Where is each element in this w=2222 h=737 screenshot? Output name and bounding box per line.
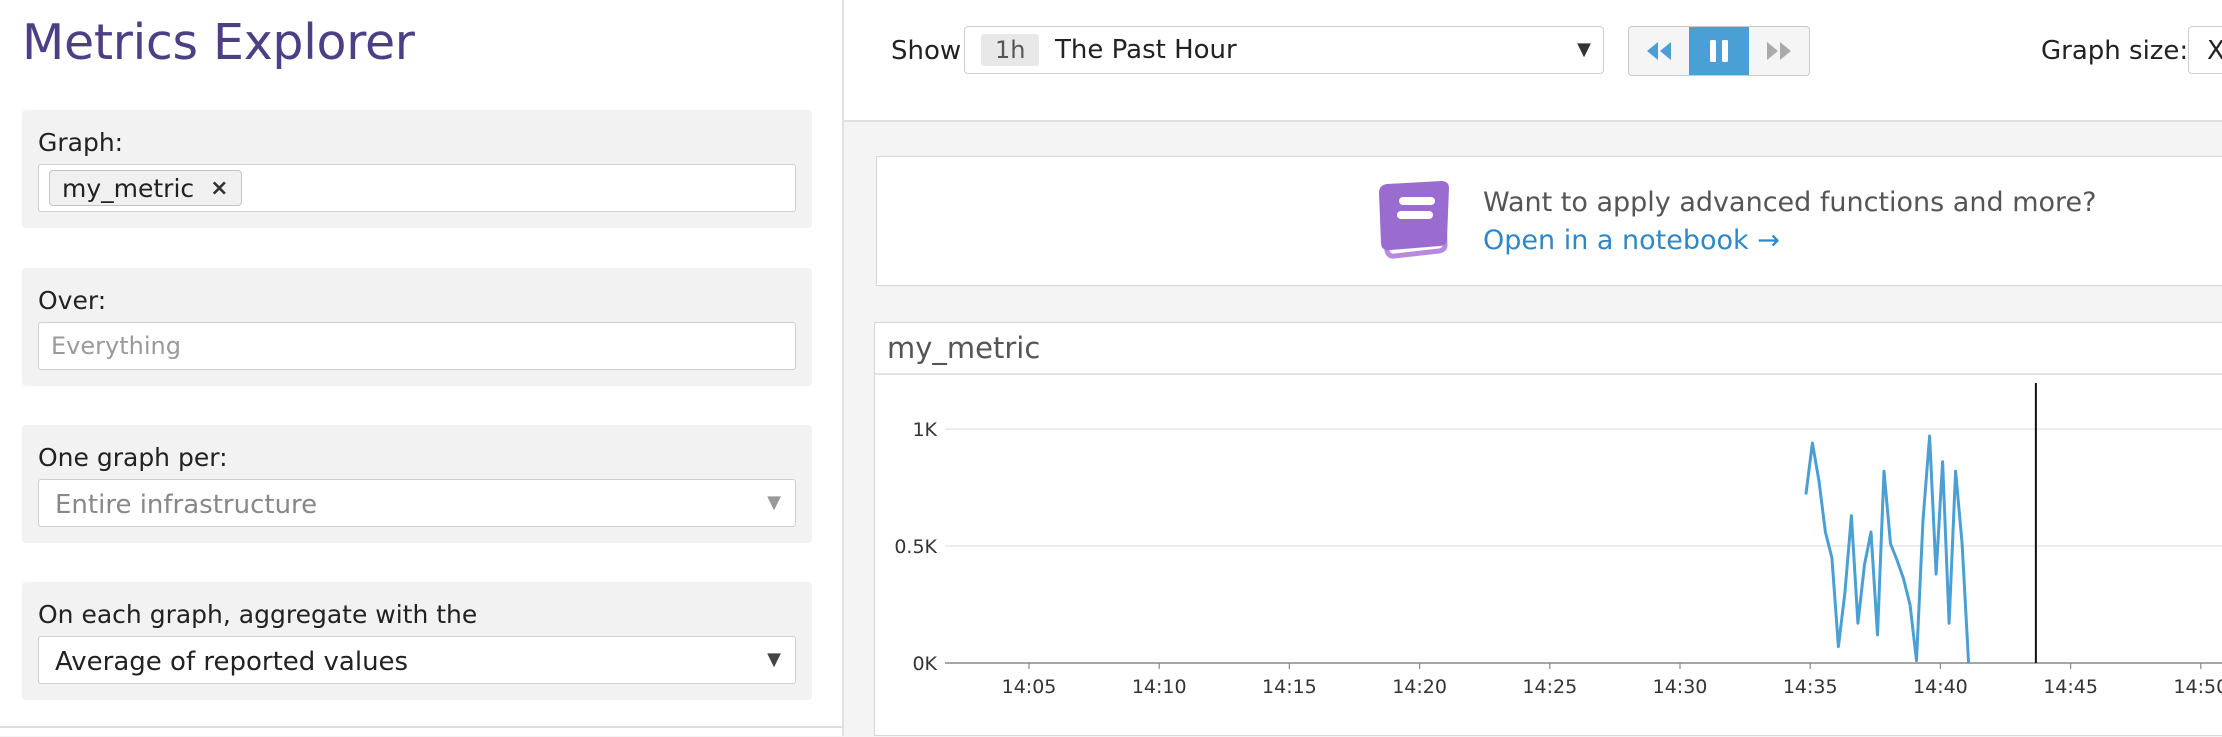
y-tick-label: 0.5K bbox=[894, 536, 937, 558]
aggregate-section: On each graph, aggregate with the Averag… bbox=[22, 582, 812, 700]
aggregate-select[interactable]: Average of reported values ▼ bbox=[38, 636, 796, 684]
metric-tag[interactable]: my_metric × bbox=[49, 170, 242, 206]
aggregate-value: Average of reported values bbox=[55, 647, 409, 677]
pause-button[interactable] bbox=[1689, 27, 1749, 75]
fast-forward-icon bbox=[1767, 42, 1791, 60]
graph-size-label: Graph size: bbox=[2041, 36, 2189, 66]
aggregate-label: On each graph, aggregate with the bbox=[38, 600, 478, 629]
graph-label: Graph: bbox=[38, 128, 124, 157]
divider bbox=[0, 726, 842, 728]
x-tick-label: 14:15 bbox=[1262, 676, 1317, 698]
over-placeholder: Everything bbox=[51, 332, 181, 360]
chevron-down-icon: ▼ bbox=[767, 649, 781, 670]
one-graph-per-select[interactable]: Entire infrastructure ▼ bbox=[38, 479, 796, 527]
over-label: Over: bbox=[38, 286, 107, 315]
banner-text: Want to apply advanced functions and mor… bbox=[1483, 187, 2097, 218]
one-graph-per-placeholder: Entire infrastructure bbox=[55, 490, 318, 520]
rewind-button[interactable] bbox=[1629, 27, 1689, 75]
notebook-banner: Want to apply advanced functions and mor… bbox=[876, 156, 2222, 286]
rewind-icon bbox=[1647, 42, 1671, 60]
metric-graph: my_metric 0K 0.5K 1K 14:05 14:10 14:15 14:20 14… bbox=[874, 322, 2222, 736]
line-chart[interactable]: 0K 0.5K 1K 14:05 14:10 14:15 14:20 14:25 14:30 14… bbox=[875, 323, 2222, 737]
metric-tag-label: my_metric bbox=[62, 173, 195, 203]
time-range-value: The Past Hour bbox=[1055, 35, 1237, 65]
x-tick-label: 14:05 bbox=[1002, 676, 1057, 698]
metric-input[interactable]: my_metric × bbox=[38, 164, 796, 212]
x-tick-label: 14:50 bbox=[2173, 676, 2222, 698]
one-graph-per-section: One graph per: Entire infrastructure ▼ bbox=[22, 425, 812, 543]
show-label: Show bbox=[891, 36, 962, 66]
graph-size-select[interactable]: X bbox=[2188, 26, 2222, 74]
x-tick-label: 14:20 bbox=[1392, 676, 1447, 698]
remove-tag-icon[interactable]: × bbox=[210, 176, 228, 201]
graph-section: Graph: my_metric × bbox=[22, 110, 812, 228]
x-tick-label: 14:45 bbox=[2043, 676, 2098, 698]
over-input[interactable]: Everything bbox=[38, 322, 796, 370]
series-line bbox=[1804, 434, 1971, 664]
notebook-icon bbox=[1379, 181, 1449, 259]
y-tick-label: 1K bbox=[912, 419, 937, 441]
x-tick-label: 14:30 bbox=[1653, 676, 1708, 698]
y-tick-label: 0K bbox=[912, 653, 937, 675]
time-range-select[interactable]: 1h The Past Hour ▼ bbox=[964, 26, 1604, 74]
x-tick-label: 14:25 bbox=[1522, 676, 1577, 698]
pause-icon bbox=[1710, 40, 1728, 62]
chevron-down-icon: ▼ bbox=[1577, 39, 1591, 60]
left-panel: Metrics Explorer Graph: my_metric × Over… bbox=[0, 0, 844, 736]
toolbar: Show 1h The Past Hour ▼ Graph size: X bbox=[844, 0, 2222, 122]
over-section: Over: Everything bbox=[22, 268, 812, 386]
playback-controls bbox=[1628, 26, 1810, 76]
time-range-badge: 1h bbox=[981, 34, 1040, 66]
graph-size-value: X bbox=[2207, 36, 2222, 66]
x-tick-label: 14:40 bbox=[1913, 676, 1968, 698]
chevron-down-icon: ▼ bbox=[767, 492, 781, 513]
open-notebook-link[interactable]: Open in a notebook → bbox=[1483, 225, 1780, 256]
page-title: Metrics Explorer bbox=[22, 14, 415, 71]
one-graph-per-label: One graph per: bbox=[38, 443, 228, 472]
fast-forward-button[interactable] bbox=[1749, 27, 1809, 75]
x-tick-label: 14:35 bbox=[1783, 676, 1838, 698]
x-tick-label: 14:10 bbox=[1132, 676, 1187, 698]
